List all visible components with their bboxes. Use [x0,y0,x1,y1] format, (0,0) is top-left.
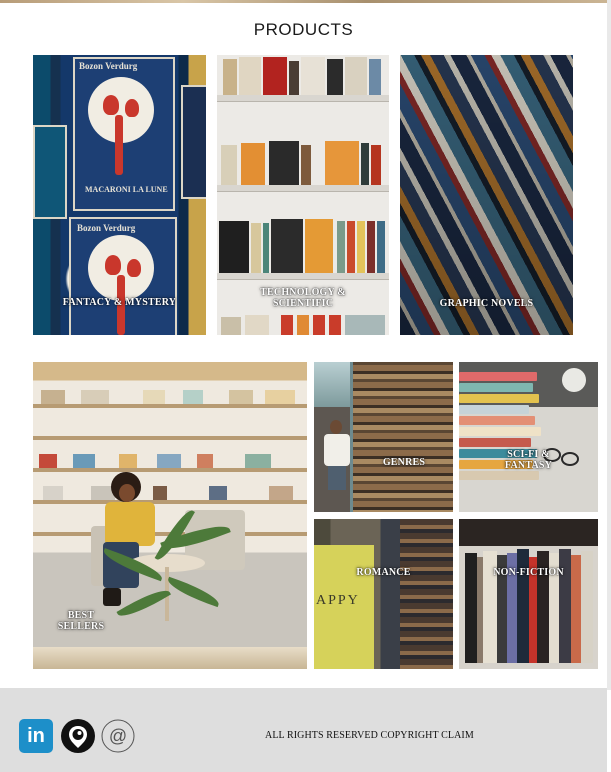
product-tile-scifi-fantasy[interactable]: SCI-FI & FANTASY [459,362,598,512]
genres-label: GENRES [382,457,426,468]
product-tile-fantasy-mystery[interactable]: Bozon Verdurg MACARONI LA LUNE Bozon Ver… [33,55,206,335]
non-fiction-label: NON-FICTION [493,567,564,578]
product-tile-technology-scientific[interactable]: TECHNOLOGY & SCIENTIFIC [217,55,389,335]
product-tile-best-sellers[interactable]: BEST SELLERS [33,362,307,669]
periscope-icon[interactable] [61,719,95,753]
scifi-fantasy-label-line2: FANTASY [504,460,553,471]
at-sign-icon[interactable]: @ [101,719,135,753]
header-image-strip [0,0,611,3]
poster-title: Bozon Verdurg [79,61,138,71]
genres-image [314,362,453,512]
page-title: PRODUCTS [253,20,354,39]
product-tile-romance[interactable]: APPY ROMANCE [314,519,453,669]
product-tile-genres[interactable]: GENRES [314,362,453,512]
copyright-text: ALL RIGHTS RESERVED COPYRIGHT CLAIM [265,730,474,741]
romance-image: APPY [314,519,453,669]
fantasy-mystery-image: Bozon Verdurg MACARONI LA LUNE Bozon Ver… [33,55,206,335]
technology-scientific-label-line2: SCIENTIFIC [272,298,334,309]
fantasy-mystery-label: FANTACY & MYSTERY [62,297,177,308]
poster-caption: MACARONI LA LUNE [85,185,168,194]
graphic-novels-label: GRAPHIC NOVELS [439,298,534,309]
romance-label: ROMANCE [356,567,411,578]
best-sellers-label-line2: SELLERS [57,621,105,632]
svg-text:@: @ [109,726,127,746]
book-cover-text: APPY [316,593,360,608]
poster-title-2: Bozon Verdurg [77,223,136,233]
non-fiction-image [459,519,598,669]
product-tile-graphic-novels[interactable]: GRAPHIC NOVELS [400,55,573,335]
product-tile-non-fiction[interactable]: NON-FICTION [459,519,598,669]
page-edge [607,0,611,690]
scifi-fantasy-image [459,362,598,512]
linkedin-icon[interactable]: in [19,719,53,753]
